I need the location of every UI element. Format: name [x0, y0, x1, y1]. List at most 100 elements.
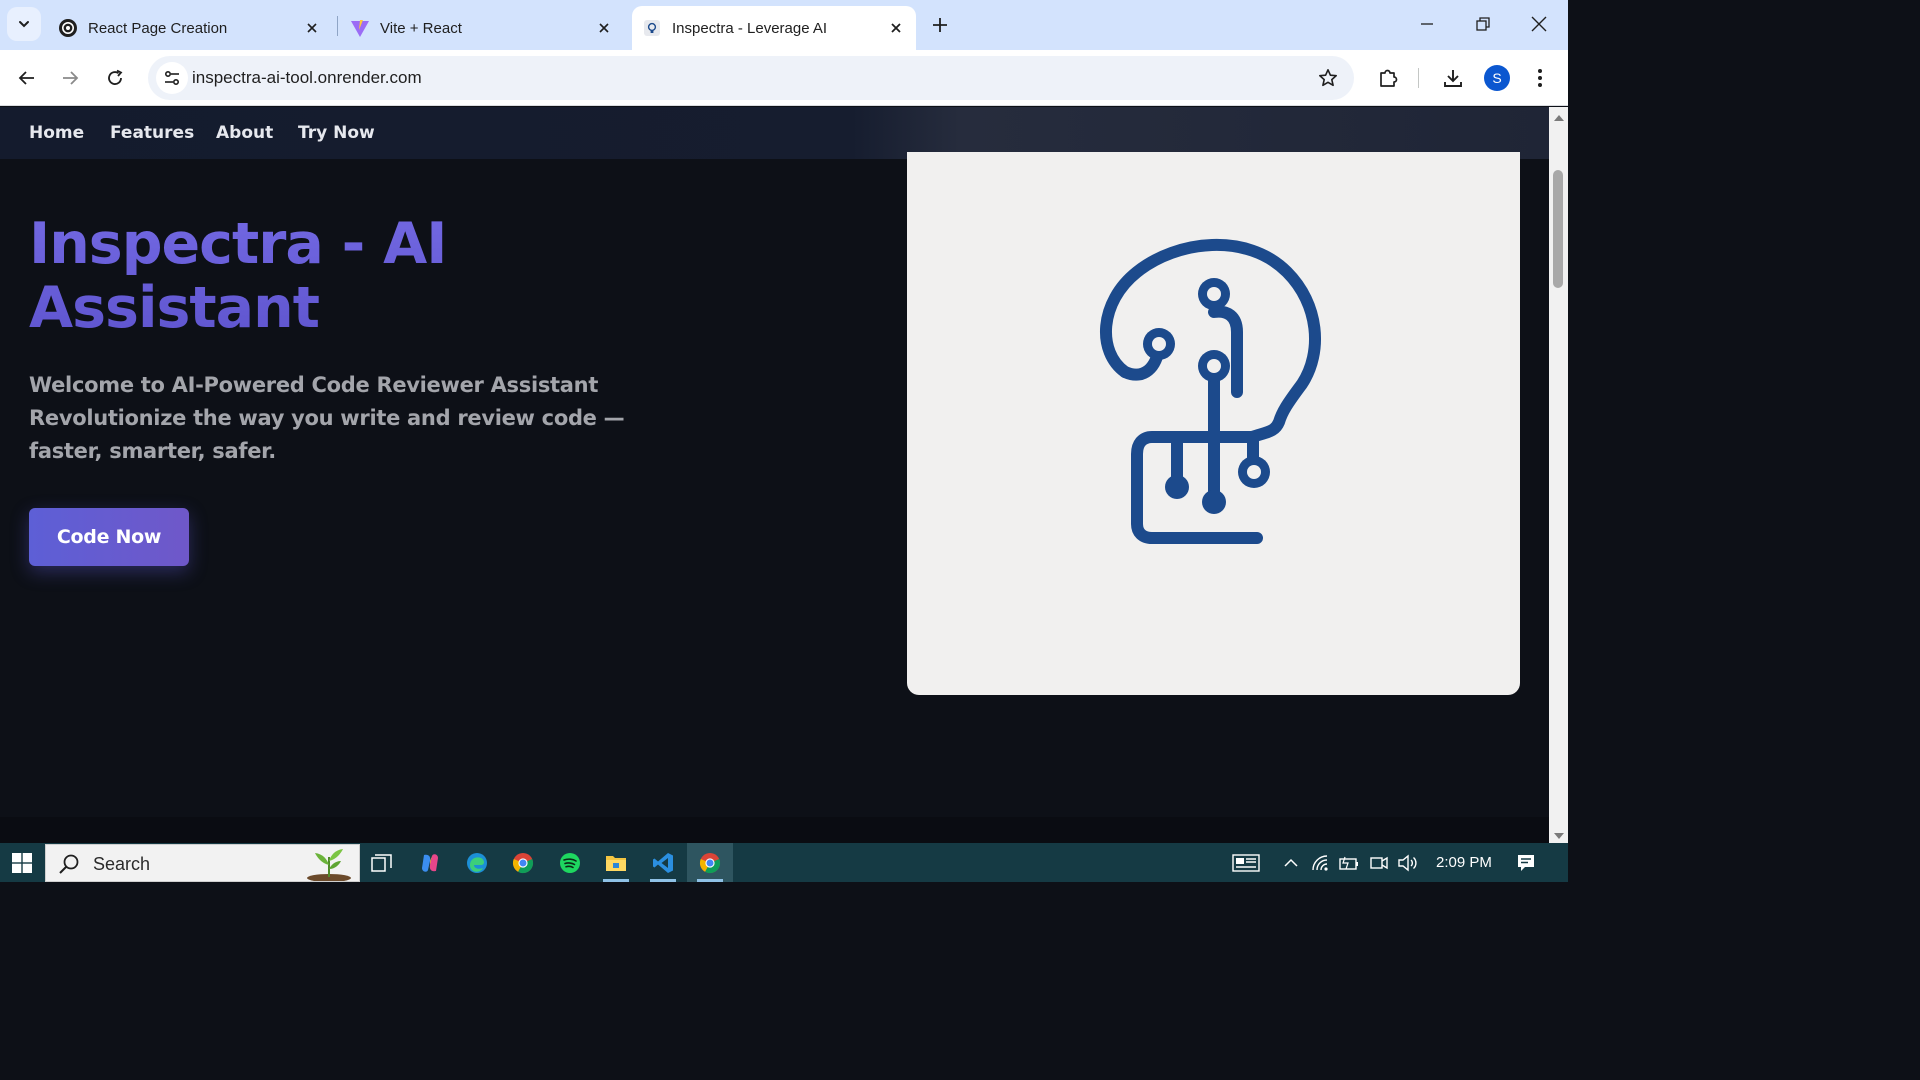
taskbar-copilot[interactable]	[407, 843, 453, 882]
notification-icon	[1518, 855, 1534, 871]
tab-inspectra[interactable]: Inspectra - Leverage AI	[632, 6, 916, 50]
reload-button[interactable]	[97, 60, 133, 96]
taskbar-search[interactable]: Search	[45, 844, 360, 882]
taskbar-task-view[interactable]	[359, 843, 405, 882]
nav-try-now[interactable]: Try Now	[298, 123, 375, 143]
taskbar-edge[interactable]	[454, 843, 500, 882]
hero-title-line1: Inspectra - AI	[29, 211, 447, 277]
taskbar-chrome[interactable]	[500, 843, 546, 882]
battery-icon	[1339, 856, 1358, 870]
vite-icon	[350, 18, 370, 38]
close-icon[interactable]	[594, 18, 614, 38]
page-viewport: Home Features About Try Now Inspectra - …	[0, 107, 1549, 843]
taskbar-clock[interactable]: 2:09 PM	[1436, 854, 1492, 871]
tab-react-page-creation[interactable]: React Page Creation	[48, 6, 332, 50]
close-window-button[interactable]	[1511, 0, 1567, 48]
hero-subtitle-line3: faster, smarter, safer.	[29, 439, 276, 463]
close-icon	[1531, 16, 1547, 32]
edge-icon	[467, 852, 487, 873]
scroll-up-icon[interactable]	[1553, 112, 1564, 122]
minimize-button[interactable]	[1399, 0, 1455, 48]
tab-title: React Page Creation	[88, 19, 228, 37]
running-indicator	[697, 879, 723, 882]
brain-circuit-logo	[1100, 239, 1322, 544]
star-icon	[1319, 69, 1337, 87]
chevron-up-icon	[1284, 858, 1298, 867]
news-icon	[1232, 854, 1260, 872]
task-view-icon	[371, 853, 392, 872]
chrome-icon	[699, 852, 721, 873]
bookmark-button[interactable]	[1316, 66, 1340, 90]
close-icon[interactable]	[886, 18, 906, 38]
tab-search-button[interactable]	[7, 7, 41, 41]
extensions-button[interactable]	[1370, 60, 1406, 96]
network-tray-button[interactable]	[1310, 852, 1332, 874]
page-scrollbar[interactable]	[1549, 107, 1568, 843]
more-vert-icon	[1538, 69, 1542, 87]
openai-icon	[58, 18, 78, 38]
taskbar-spotify[interactable]	[547, 843, 593, 882]
notifications-button[interactable]	[1515, 852, 1537, 874]
widgets-tray-button[interactable]	[1231, 852, 1261, 874]
minimize-icon	[1421, 23, 1433, 25]
hero-subtitle-line2: Revolutionize the way you write and revi…	[29, 406, 625, 430]
code-now-button[interactable]: Code Now	[29, 508, 189, 566]
puzzle-icon	[1380, 69, 1398, 87]
close-icon[interactable]	[302, 18, 322, 38]
wifi-icon	[1312, 855, 1328, 871]
nav-features[interactable]: Features	[110, 123, 194, 143]
running-indicator	[603, 879, 629, 882]
taskbar-file-explorer[interactable]	[593, 843, 639, 882]
browser-toolbar: inspectra-ai-tool.onrender.com S	[0, 50, 1568, 106]
profile-avatar[interactable]: S	[1484, 65, 1510, 91]
menu-button[interactable]	[1522, 60, 1558, 96]
hero-subtitle: Welcome to AI-Powered Code Reviewer Assi…	[29, 369, 629, 468]
taskbar-vscode[interactable]	[640, 843, 686, 882]
tab-vite-react[interactable]: Vite + React	[340, 6, 624, 50]
plus-icon	[933, 18, 947, 32]
windows-taskbar: Search 2:09 PM	[0, 843, 1568, 882]
arrow-right-icon	[63, 71, 79, 85]
copilot-icon	[422, 853, 438, 872]
restore-button[interactable]	[1455, 0, 1511, 48]
volume-icon	[1398, 854, 1417, 872]
battery-tray-button[interactable]	[1338, 852, 1360, 874]
scroll-down-icon[interactable]	[1553, 831, 1564, 841]
scrollbar-thumb[interactable]	[1553, 170, 1563, 288]
url-text[interactable]: inspectra-ai-tool.onrender.com	[192, 68, 422, 88]
file-explorer-icon	[606, 855, 626, 871]
new-tab-button[interactable]	[926, 11, 954, 39]
forward-button[interactable]	[52, 60, 88, 96]
taskbar-chrome-active[interactable]	[687, 843, 733, 882]
show-hidden-icons-button[interactable]	[1280, 852, 1302, 874]
spotify-icon	[560, 852, 580, 873]
back-button[interactable]	[9, 60, 45, 96]
reload-icon	[108, 69, 123, 85]
tab-separator	[337, 16, 338, 36]
downloads-button[interactable]	[1435, 60, 1471, 96]
download-icon	[1444, 70, 1462, 87]
hero-subtitle-line1: Welcome to AI-Powered Code Reviewer Assi…	[29, 373, 599, 397]
chevron-down-icon	[19, 21, 29, 28]
search-icon	[59, 854, 79, 874]
taskbar-search-placeholder: Search	[93, 854, 151, 874]
toolbar-divider	[1418, 68, 1419, 88]
address-bar[interactable]: inspectra-ai-tool.onrender.com	[148, 56, 1354, 100]
camera-tray-button[interactable]	[1368, 852, 1390, 874]
camera-icon	[1370, 856, 1388, 870]
nav-about[interactable]: About	[216, 123, 273, 143]
nav-home[interactable]: Home	[29, 123, 84, 143]
tab-title: Inspectra - Leverage AI	[672, 19, 828, 37]
hero-title: Inspectra - AI Assistant	[29, 212, 729, 340]
site-info-button[interactable]	[156, 62, 188, 94]
volume-tray-button[interactable]	[1397, 852, 1419, 874]
tab-title: Vite + React	[380, 19, 462, 37]
hero-title-line2: Assistant	[29, 275, 319, 341]
running-indicator	[650, 879, 676, 882]
restore-icon	[1476, 17, 1490, 31]
start-button[interactable]	[0, 843, 44, 882]
bulb-icon	[642, 18, 662, 38]
plant-icon	[307, 849, 351, 881]
hero-image-card	[907, 152, 1520, 695]
tune-icon	[164, 70, 180, 86]
